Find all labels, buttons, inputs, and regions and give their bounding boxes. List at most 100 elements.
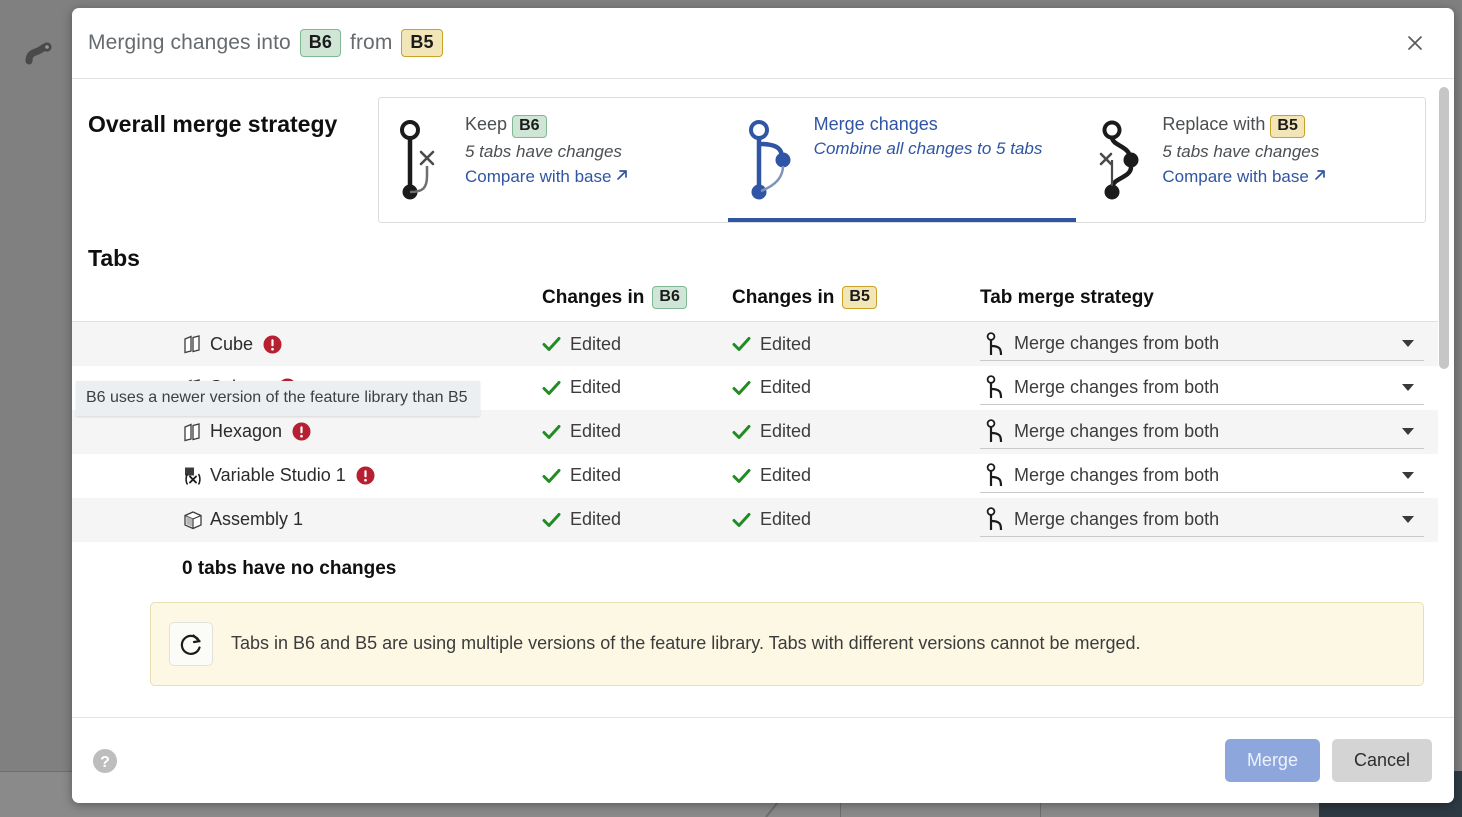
column-header-changes-b5: Changes in B5 xyxy=(732,280,980,323)
compare-with-base-label: Compare with base xyxy=(465,167,612,187)
tab-name-cell: Variable Studio 1 xyxy=(72,454,542,498)
strategy-card-replace[interactable]: Replace with B5 5 tabs have changes Comp… xyxy=(1076,98,1425,222)
strategy-card-replace-badge: B5 xyxy=(1270,115,1305,139)
chevron-down-icon xyxy=(1402,471,1414,479)
changes-b5-cell: Edited xyxy=(732,454,980,498)
source-branch-badge: B5 xyxy=(401,29,443,57)
tab-name-label: Cube xyxy=(210,333,254,354)
feature-library-warning-banner: Tabs in B6 and B5 are using multiple ver… xyxy=(150,601,1424,686)
tabs-table-header-row: Changes in B6 Changes in B5 Tab merge st… xyxy=(72,280,1440,323)
tab-merge-strategy-value: Merge changes from both xyxy=(1014,333,1220,354)
changes-b6-cell: Edited xyxy=(542,410,732,454)
chevron-down-icon xyxy=(1402,340,1414,348)
tab-merge-strategy-cell: Merge changes from both xyxy=(980,322,1440,366)
strategy-card-replace-text: Replace with B5 5 tabs have changes Comp… xyxy=(1162,112,1326,222)
strategy-card-replace-title-text: Replace with xyxy=(1162,114,1266,134)
dialog-title-prefix: Merging changes into xyxy=(88,31,291,54)
check-icon xyxy=(542,336,561,352)
help-icon[interactable]: ? xyxy=(92,748,118,774)
dialog-header: Merging changes into B6 from B5 xyxy=(72,8,1454,79)
chevron-down-icon xyxy=(1402,515,1414,523)
changes-b5-label: Edited xyxy=(760,421,812,442)
dialog-scrollbar[interactable] xyxy=(1438,83,1450,713)
feature-library-warning-text: Tabs in B6 and B5 are using multiple ver… xyxy=(231,633,1141,654)
tab-merge-strategy-cell: Merge changes from both xyxy=(980,454,1440,498)
dialog-title: Merging changes into B6 from B5 xyxy=(88,29,1398,57)
target-branch-badge: B6 xyxy=(299,29,342,57)
column-header-b6-badge: B6 xyxy=(652,286,687,310)
strategy-card-replace-title: Replace with B5 xyxy=(1162,114,1326,139)
merge-dialog: Merging changes into B6 from B5 Overall … xyxy=(72,8,1454,803)
check-icon xyxy=(542,424,561,440)
strategy-card-keep[interactable]: Keep B6 5 tabs have changes Compare with… xyxy=(379,98,728,222)
feature-library-update-icon xyxy=(169,621,213,666)
tabs-table-head: Changes in B6 Changes in B5 Tab merge st… xyxy=(72,280,1440,323)
strategy-card-merge[interactable]: Merge changes Combine all changes to 5 t… xyxy=(727,98,1077,222)
tab-name-cell: Assembly 1 xyxy=(72,498,542,542)
tab-merge-strategy-dropdown[interactable]: Merge changes from both xyxy=(980,415,1424,449)
tab-merge-strategy-value: Merge changes from both xyxy=(1014,508,1220,529)
compare-with-base-label: Compare with base xyxy=(1162,167,1309,187)
tab-merge-strategy-dropdown[interactable]: Merge changes from both xyxy=(980,371,1424,405)
warning-icon[interactable] xyxy=(263,335,282,354)
external-link-icon xyxy=(1313,167,1327,187)
table-row: Assembly 1 Edited Edited Merge changes f… xyxy=(72,497,1440,542)
chevron-down-icon xyxy=(1402,383,1414,391)
changes-b6-cell: Edited xyxy=(542,366,732,410)
column-header-tab-name xyxy=(72,280,542,323)
dialog-footer: ? Merge Cancel xyxy=(72,717,1454,803)
warning-icon[interactable] xyxy=(356,466,375,485)
check-icon xyxy=(732,380,751,396)
merge-button[interactable]: Merge xyxy=(1224,739,1320,782)
assembly-icon xyxy=(182,509,204,531)
changes-b6-label: Edited xyxy=(570,509,622,530)
dialog-body: Overall merge strategy Keep B6 5 tabs ha… xyxy=(72,79,1454,717)
tabs-section-heading: Tabs xyxy=(88,245,140,271)
changes-b6-label: Edited xyxy=(570,377,622,398)
changes-b5-label: Edited xyxy=(760,509,812,530)
changes-b5-label: Edited xyxy=(760,333,812,354)
warning-icon[interactable] xyxy=(292,422,311,441)
tab-merge-strategy-cell: Merge changes from both xyxy=(980,366,1440,410)
changes-b5-cell: Edited xyxy=(732,366,980,410)
tab-name-cell: Cube xyxy=(72,322,542,366)
strategy-card-replace-subtitle: 5 tabs have changes xyxy=(1162,142,1320,162)
compare-with-base-link-keep[interactable]: Compare with base xyxy=(465,167,629,187)
column-header-changes-b6: Changes in B6 xyxy=(542,280,732,323)
merge-branch-icon xyxy=(986,331,1006,356)
column-header-b5-badge: B5 xyxy=(842,286,877,310)
check-icon xyxy=(732,336,751,352)
close-icon[interactable] xyxy=(1398,26,1432,60)
column-header-tab-merge-strategy: Tab merge strategy xyxy=(980,280,1440,323)
changes-b6-cell: Edited xyxy=(542,454,732,498)
merge-branch-icon xyxy=(986,375,1006,399)
tab-name-label: Assembly 1 xyxy=(210,509,304,530)
changes-b5-cell: Edited xyxy=(732,322,980,366)
changes-b5-cell: Edited xyxy=(732,498,980,542)
strategy-card-keep-title-text: Keep xyxy=(465,114,508,134)
branch-icon xyxy=(22,36,56,70)
feature-library-tooltip: B6 uses a newer version of the feature l… xyxy=(76,381,480,416)
check-icon xyxy=(732,512,751,528)
tab-merge-strategy-dropdown[interactable]: Merge changes from both xyxy=(980,503,1424,537)
keep-branch-graphic xyxy=(397,112,453,222)
tab-merge-strategy-dropdown[interactable]: Merge changes from both xyxy=(980,327,1424,362)
tab-merge-strategy-value: Merge changes from both xyxy=(1014,420,1220,441)
strategy-card-keep-subtitle: 5 tabs have changes xyxy=(465,142,622,162)
tab-merge-strategy-cell: Merge changes from both xyxy=(980,410,1440,454)
strategy-card-keep-text: Keep B6 5 tabs have changes Compare with… xyxy=(465,112,629,222)
cancel-button[interactable]: Cancel xyxy=(1331,739,1432,782)
changes-b6-cell: Edited xyxy=(542,322,732,366)
merge-branch-graphic xyxy=(746,112,802,222)
table-row: Variable Studio 1 Edited Edited Merge ch… xyxy=(72,453,1440,498)
check-icon xyxy=(732,424,751,440)
compare-with-base-link-replace[interactable]: Compare with base xyxy=(1162,167,1326,187)
part-studio-icon xyxy=(182,333,204,355)
tab-merge-strategy-value: Merge changes from both xyxy=(1014,376,1220,397)
changes-b6-cell: Edited xyxy=(542,498,732,542)
variable-studio-icon xyxy=(182,465,204,487)
column-header-changes-b5-label: Changes in xyxy=(732,286,835,308)
tab-merge-strategy-dropdown[interactable]: Merge changes from both xyxy=(980,459,1424,493)
dialog-scrollbar-thumb[interactable] xyxy=(1439,87,1449,369)
tab-name-cell: Hexagon xyxy=(72,410,542,454)
